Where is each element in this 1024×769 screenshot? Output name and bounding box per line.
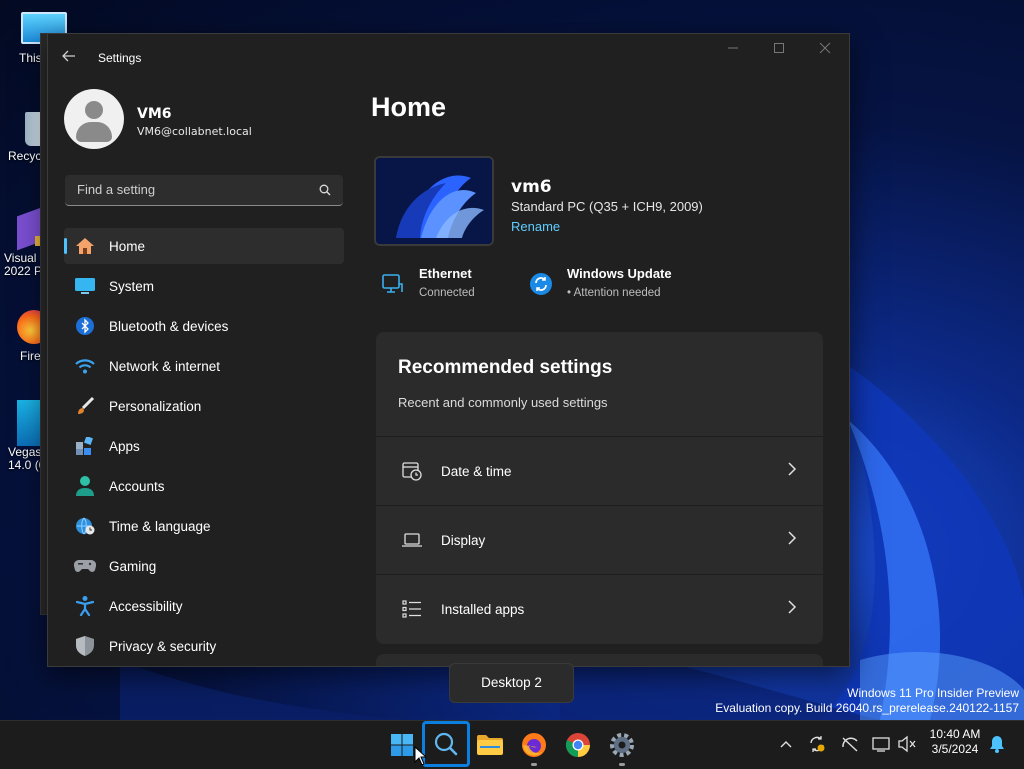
maximize-button[interactable] xyxy=(759,42,799,62)
firefox-icon xyxy=(3,308,51,348)
chevron-up-icon xyxy=(780,741,792,748)
vegas-icon xyxy=(3,398,43,446)
recommended-item-display[interactable]: Display xyxy=(376,505,823,574)
sidebar-item-bluetooth[interactable]: Bluetooth & devices xyxy=(64,308,344,344)
sidebar-item-gaming[interactable]: Gaming xyxy=(64,548,344,584)
globe-clock-icon xyxy=(74,515,96,537)
sidebar-item-apps[interactable]: Apps xyxy=(64,428,344,464)
sidebar-item-privacy[interactable]: Privacy & security xyxy=(64,628,344,664)
ethernet-icon xyxy=(382,274,403,293)
pc-model: Standard PC (Q35 + ICH9, 2009) xyxy=(511,199,703,214)
sidebar-item-time-language[interactable]: Time & language xyxy=(64,508,344,544)
apps-icon xyxy=(74,435,96,457)
chrome-button[interactable] xyxy=(558,725,598,765)
display-icon xyxy=(872,737,890,752)
gear-icon xyxy=(610,733,634,757)
display-laptop-icon xyxy=(402,533,422,547)
chevron-right-icon xyxy=(788,462,797,476)
recommended-title: Recommended settings xyxy=(398,357,613,378)
back-button[interactable] xyxy=(62,48,84,68)
firefox-icon xyxy=(522,733,546,757)
display-tray-icon[interactable] xyxy=(870,733,892,755)
arrow-left-icon xyxy=(62,50,75,62)
next-card xyxy=(376,654,823,666)
paintbrush-icon xyxy=(74,395,96,417)
taskbar xyxy=(0,720,1024,769)
rename-link[interactable]: Rename xyxy=(511,219,560,234)
recommended-settings-card: Recommended settings Recent and commonly… xyxy=(376,332,823,644)
volume-tray-icon[interactable] xyxy=(896,733,918,755)
gamepad-icon xyxy=(74,555,96,577)
wifi-icon xyxy=(74,355,96,377)
installed-apps-icon xyxy=(402,600,421,618)
volume-muted-icon xyxy=(898,735,916,753)
find-setting-search[interactable] xyxy=(65,175,343,206)
firefox-button[interactable] xyxy=(514,725,554,766)
system-monitor-icon xyxy=(74,275,96,297)
recommended-subtitle: Recent and commonly used settings xyxy=(398,395,608,410)
page-title: Home xyxy=(371,92,447,122)
minimize-icon xyxy=(728,47,738,49)
recycle-bin-icon xyxy=(3,108,45,148)
sidebar-item-personalization[interactable]: Personalization xyxy=(64,388,344,424)
minimize-button[interactable] xyxy=(713,42,753,62)
recommended-item-installed-apps[interactable]: Installed apps xyxy=(376,574,823,643)
sidebar-item-system[interactable]: System xyxy=(64,268,344,304)
clock-time: 10:40 AM xyxy=(929,727,981,741)
virtual-desktop-label[interactable]: Desktop 2 xyxy=(449,663,574,703)
shield-icon xyxy=(74,635,96,657)
sync-tray-icon[interactable] xyxy=(806,733,828,755)
pc-name: vm6 xyxy=(511,177,552,197)
search-button[interactable] xyxy=(422,721,470,767)
evaluation-watermark: Windows 11 Pro Insider Preview Evaluatio… xyxy=(715,686,1019,715)
mouse-cursor-icon xyxy=(414,746,426,766)
accessibility-icon xyxy=(74,595,96,617)
close-icon xyxy=(819,42,831,54)
notification-bell-icon xyxy=(990,736,1004,753)
windows-update-icon xyxy=(530,273,552,295)
user-name: VM6 xyxy=(137,106,172,122)
ethernet-status[interactable]: Ethernet Connected xyxy=(381,266,511,306)
close-button[interactable] xyxy=(805,42,845,62)
search-icon xyxy=(319,184,331,196)
sync-icon xyxy=(810,736,825,752)
search-input[interactable] xyxy=(75,181,309,198)
windows-update-status[interactable]: Windows Update • Attention needed xyxy=(529,266,709,306)
pc-wallpaper-thumbnail xyxy=(374,156,494,246)
folder-icon xyxy=(477,735,503,755)
maximize-icon xyxy=(774,43,784,53)
user-email: VM6@collabnet.local xyxy=(137,125,252,138)
file-explorer-button[interactable] xyxy=(470,725,510,765)
home-icon xyxy=(74,235,96,257)
sidebar-item-accounts[interactable]: Accounts xyxy=(64,468,344,504)
network-disconnected-icon xyxy=(842,737,858,752)
sidebar-item-network[interactable]: Network & internet xyxy=(64,348,344,384)
visual-studio-icon xyxy=(3,207,45,251)
sidebar-item-accessibility[interactable]: Accessibility xyxy=(64,588,344,624)
title-bar[interactable]: Settings xyxy=(48,34,849,82)
chevron-right-icon xyxy=(788,531,797,545)
date-time-icon xyxy=(402,462,422,481)
settings-window: Settings VM6 VM6@collabnet.local Home xyxy=(47,33,850,667)
network-tray-icon[interactable] xyxy=(839,733,861,755)
window-title: Settings xyxy=(98,51,142,65)
recommended-item-date-time[interactable]: Date & time xyxy=(376,436,823,505)
settings-button[interactable] xyxy=(602,725,642,766)
sidebar-item-home[interactable]: Home xyxy=(64,228,344,264)
show-hidden-icons-button[interactable] xyxy=(775,733,797,755)
running-indicator xyxy=(619,763,625,766)
clock-date: 3/5/2024 xyxy=(931,742,979,756)
clock[interactable]: 10:40 AM 3/5/2024 xyxy=(925,727,985,757)
running-indicator xyxy=(531,763,537,766)
windows-logo-icon xyxy=(391,734,413,756)
notification-button[interactable] xyxy=(986,733,1008,755)
monitor-icon xyxy=(3,10,67,50)
avatar[interactable] xyxy=(64,89,124,149)
sidebar-nav: Home System Bluetooth & devices Network … xyxy=(64,228,344,666)
search-icon xyxy=(434,732,458,756)
accounts-icon xyxy=(74,475,96,497)
bluetooth-icon xyxy=(74,315,96,337)
chevron-right-icon xyxy=(788,600,797,614)
chrome-icon xyxy=(565,733,590,757)
